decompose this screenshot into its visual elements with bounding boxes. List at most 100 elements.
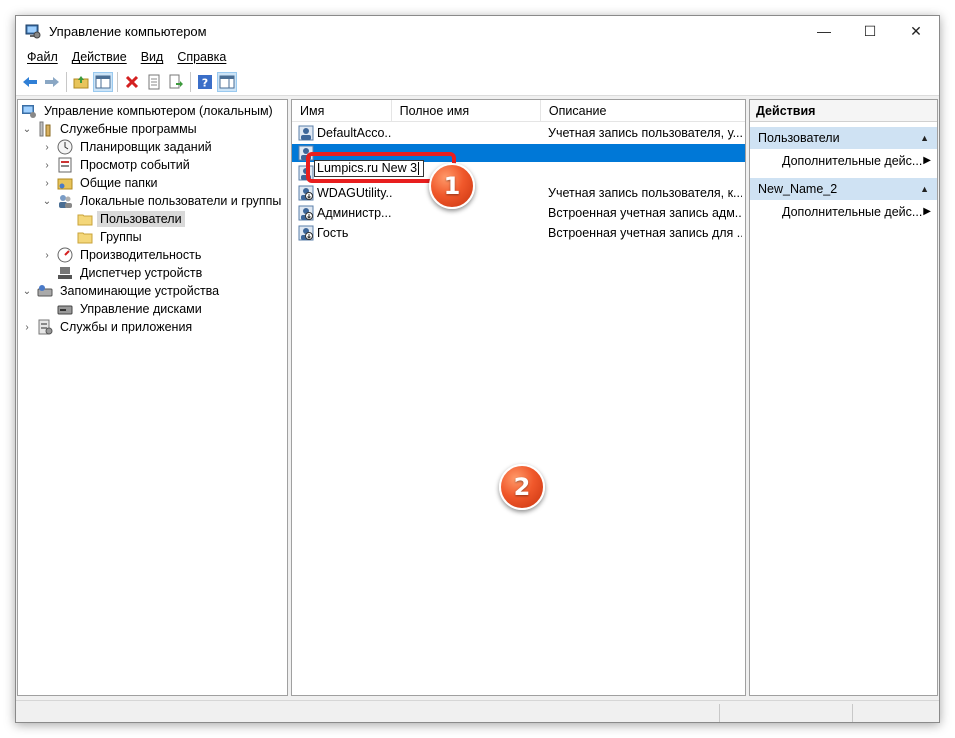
menu-help[interactable]: Справка [170,50,233,64]
properties-icon [148,74,160,89]
tree-item-groups[interactable]: Группы [77,228,145,246]
computer-management-app-icon [25,24,41,39]
forward-button[interactable] [42,72,62,92]
back-button[interactable] [20,72,40,92]
step-badge-1: 1 [429,163,475,209]
menu-file[interactable]: Файл [20,50,65,64]
submenu-arrow-icon: ▶ [923,155,931,166]
computer-management-icon [22,105,36,118]
chevron-right-icon[interactable]: › [41,160,53,171]
clock-icon [57,139,73,155]
more-actions-label: Дополнительные дейс... [782,205,923,219]
action-pane-icon [219,75,235,88]
shared-folder-icon [57,178,73,190]
back-arrow-icon [23,76,37,87]
export-list-button[interactable] [166,72,186,92]
user-name: WDAGUtility... [317,186,392,200]
list-row[interactable]: Гость Встроенная учетная запись для ... [292,224,745,242]
tree-item-shared-folders[interactable]: › Общие папки [41,174,161,192]
user-name: DefaultAcco... [317,126,392,140]
actions-section-selected-user[interactable]: New_Name_2 ▲ [750,178,937,200]
help-button[interactable]: ? [195,72,215,92]
close-button[interactable]: ✕ [893,16,939,46]
up-level-button[interactable] [71,72,91,92]
tree-item-services-apps[interactable]: › Службы и приложения [21,318,195,336]
minimize-button[interactable]: — [801,16,847,46]
column-header-fullname[interactable]: Полное имя [392,100,541,122]
toolbar-separator [66,71,67,92]
more-actions-item[interactable]: Дополнительные дейс... ▶ [750,149,937,173]
window-title: Управление компьютером [49,23,207,39]
tree-item-label: Диспетчер устройств [80,266,203,280]
navigation-tree: Управление компьютером (локальным) ⌄ Слу… [17,99,288,696]
actions-title: Действия [750,100,937,122]
chevron-right-icon[interactable]: › [41,142,53,153]
svg-text:?: ? [202,76,208,89]
delete-button[interactable] [122,72,142,92]
tree-item-label: Локальные пользователи и группы [80,194,282,208]
menu-bar: Файл Действие Вид Справка [16,46,939,68]
event-viewer-icon [58,157,72,173]
tree-item-label: Пользователи [97,211,185,227]
properties-button[interactable] [144,72,164,92]
column-header-name[interactable]: Имя [292,100,392,122]
status-divider [852,704,853,722]
column-header-description[interactable]: Описание [541,100,745,122]
list-row[interactable]: DefaultAcco... Учетная запись пользовате… [292,124,745,142]
tree-item-label: Запоминающие устройства [60,284,220,298]
help-icon: ? [198,74,212,89]
folder-icon [77,232,93,244]
tree-item-label: Управление дисками [80,302,202,316]
tree-item-users[interactable]: Пользователи [77,210,185,228]
user-description: Встроенная учетная запись для ... [548,226,742,240]
chevron-right-icon[interactable]: › [41,250,53,261]
tree-item-task-scheduler[interactable]: › Планировщик заданий [41,138,215,156]
tree-item-event-viewer[interactable]: › Просмотр событий [41,156,193,174]
users-list: Имя Полное имя Описание DefaultAcco... У… [291,99,746,696]
tree-item-storage[interactable]: ⌄ Запоминающие устройства [21,282,222,300]
tree-item-disk-management[interactable]: Управление дисками [57,300,205,318]
menu-action[interactable]: Действие [65,50,134,64]
services-apps-icon [38,319,53,335]
step-badge-2: 2 [499,464,545,510]
disabled-user-icon [298,205,314,221]
tree-item-local-users-groups[interactable]: ⌄ Локальные пользователи и группы [41,192,284,210]
tree-item-performance[interactable]: › Производительность [41,246,204,264]
show-hide-tree-button[interactable] [93,71,113,92]
user-description: Учетная запись пользователя, к... [548,186,742,200]
status-divider [719,704,720,722]
actions-section-users[interactable]: Пользователи ▲ [750,127,937,149]
tree-item-label: Служебные программы [60,122,197,136]
list-row[interactable]: WDAGUtility... Учетная запись пользовате… [292,184,745,202]
submenu-arrow-icon: ▶ [923,206,931,217]
chevron-down-icon[interactable]: ⌄ [21,124,33,135]
users-groups-icon [59,195,72,208]
chevron-right-icon[interactable]: › [21,322,33,333]
tree-item-device-manager[interactable]: Диспетчер устройств [57,264,205,282]
user-name: Гость [317,226,349,240]
collapse-arrow-icon[interactable]: ▲ [920,178,929,200]
chevron-down-icon[interactable]: ⌄ [21,286,33,297]
tree-item-system-tools[interactable]: ⌄ Служебные программы [21,120,200,138]
collapse-arrow-icon[interactable]: ▲ [920,127,929,149]
action-pane-button[interactable] [217,71,237,92]
list-row[interactable]: Администр... Встроенная учетная запись а… [292,204,745,222]
up-folder-icon [73,75,89,88]
performance-icon [57,247,73,263]
folder-icon [77,214,93,226]
toolbar: ? [16,68,939,96]
more-actions-item[interactable]: Дополнительные дейс... ▶ [750,200,937,224]
system-tools-icon [39,121,51,137]
tree-item-label: Группы [100,230,142,244]
forward-arrow-icon [45,76,59,87]
menu-view[interactable]: Вид [134,50,171,64]
maximize-button[interactable]: ☐ [847,16,893,46]
export-list-icon [169,74,183,88]
tree-item-computer-management[interactable]: Управление компьютером (локальным) [21,102,276,120]
chevron-right-icon[interactable]: › [41,178,53,189]
status-bar [16,700,939,722]
user-name: Администр... [317,206,392,220]
actions-section-label: Пользователи [758,131,840,145]
disabled-user-icon [298,225,314,241]
chevron-down-icon[interactable]: ⌄ [41,196,53,207]
